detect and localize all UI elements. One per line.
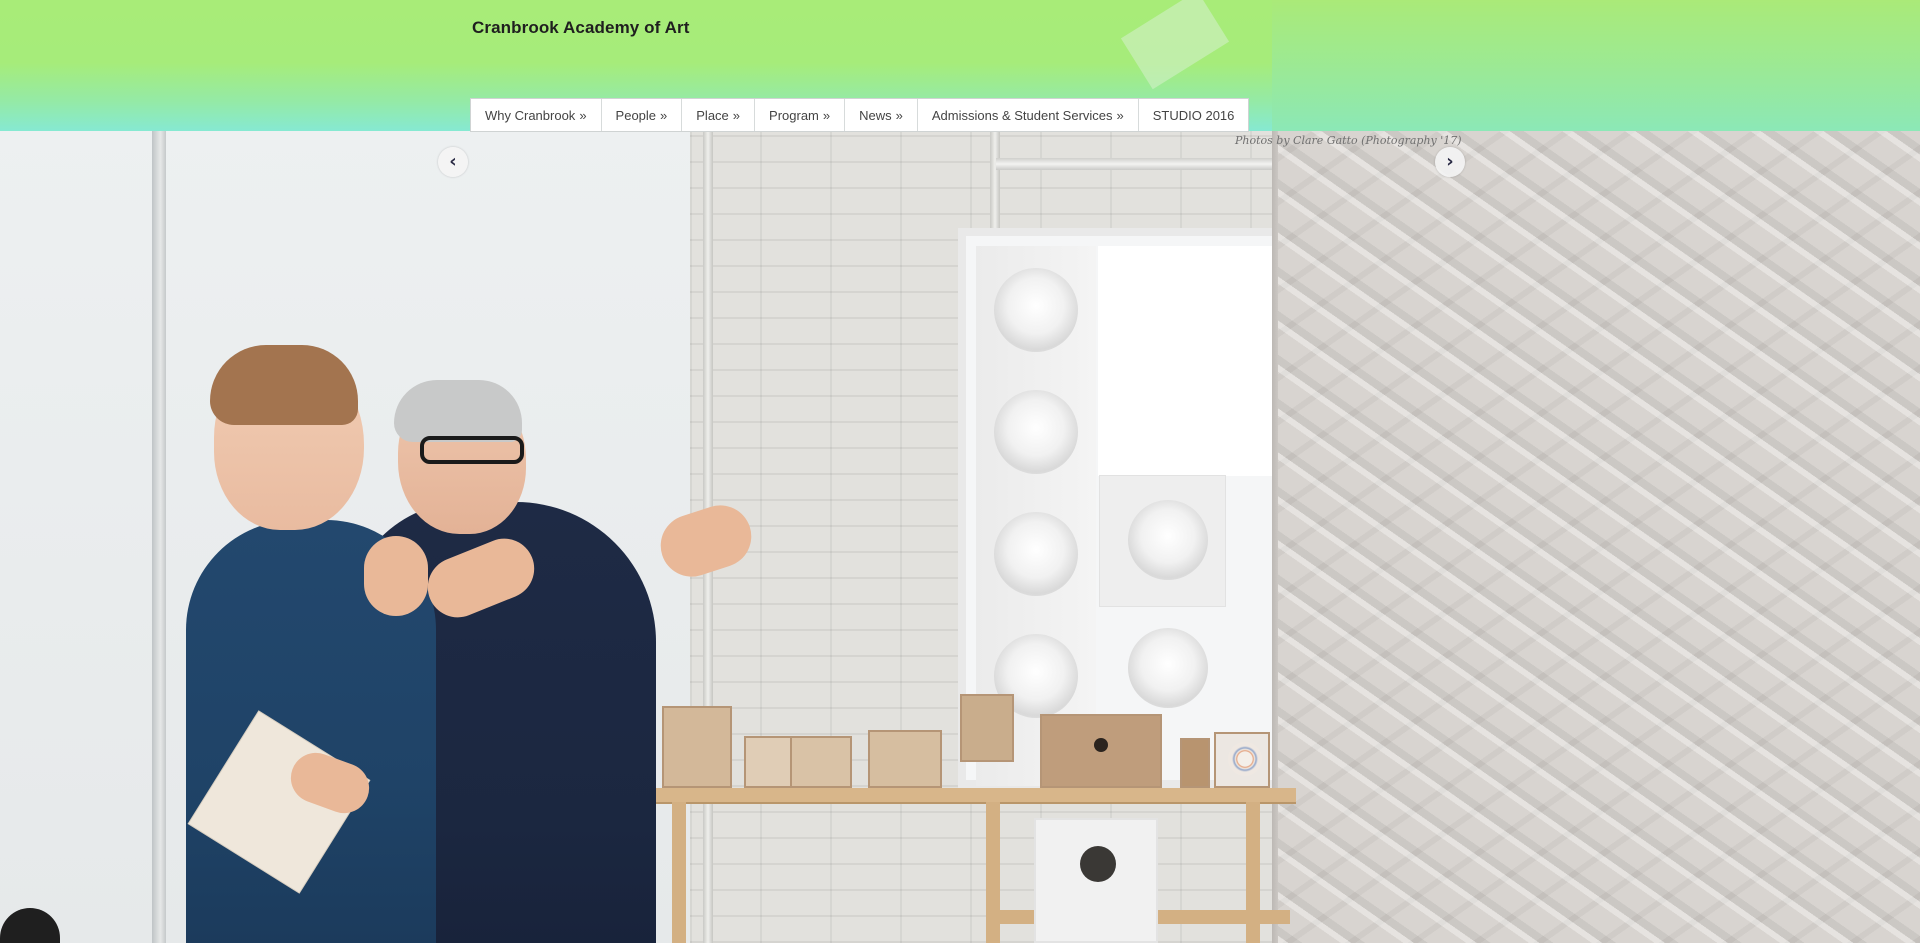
photo-glasses (420, 436, 524, 464)
photo-model (1214, 732, 1270, 788)
photo-table-top (636, 788, 1296, 804)
photo-model (662, 706, 732, 788)
nav-item-studio-2016[interactable]: STUDIO 2016 (1138, 99, 1249, 131)
photo-model (1040, 714, 1162, 788)
nav-item-submenu-indicator: » (579, 107, 587, 123)
photo-dome (1128, 500, 1208, 580)
photo-cabinet-mark (1080, 846, 1116, 882)
photo-pipe-vertical-2 (990, 130, 1000, 230)
photo-model (868, 730, 942, 788)
nav-item-why-cranbrook[interactable]: Why Cranbrook » (471, 99, 602, 131)
nav-item-label: Place (696, 107, 729, 123)
photo-model (790, 736, 852, 788)
main-nav: Why Cranbrook » People » Place » Program… (471, 99, 1249, 131)
photo-person-a-hair (210, 345, 358, 425)
slider-prev-button[interactable]: ‹ (438, 147, 468, 177)
photo-person-b-hair (394, 380, 522, 442)
nav-item-submenu-indicator: » (1116, 107, 1124, 123)
photo-foam-wall (1278, 130, 1920, 943)
nav-item-submenu-indicator: » (732, 107, 741, 123)
photo-dome (994, 390, 1078, 474)
nav-item-label: People (615, 107, 657, 123)
nav-item-label: STUDIO 2016 (1152, 107, 1235, 123)
nav-item-place[interactable]: Place » (682, 99, 756, 131)
photo-model (960, 694, 1014, 762)
nav-item-label: Program (769, 107, 819, 123)
nav-item-submenu-indicator: » (660, 107, 668, 123)
photo-credit-caption: Photos by Clare Gatto (Photography '17) (1235, 134, 1462, 147)
photo-pipe-horizontal (996, 158, 1276, 170)
chevron-left-icon: ‹ (449, 151, 457, 172)
nav-item-program[interactable]: Program » (755, 99, 846, 131)
hero-slide-photo (0, 0, 1920, 943)
photo-window-light (1098, 246, 1280, 476)
nav-item-label: News (859, 107, 892, 123)
nav-item-people[interactable]: People » (601, 99, 683, 131)
nav-item-news[interactable]: News » (845, 99, 918, 131)
photo-table-leg (986, 802, 1000, 943)
nav-item-admissions[interactable]: Admissions & Student Services » (917, 99, 1139, 131)
nav-item-submenu-indicator: » (895, 107, 903, 123)
photo-hand (364, 536, 428, 616)
header-lamp-shape (1120, 0, 1230, 90)
header-right-overlay (1272, 0, 1920, 131)
slider-next-button[interactable]: › (1435, 147, 1465, 177)
photo-pipe (152, 0, 166, 943)
photo-model (1180, 738, 1210, 788)
nav-item-label: Why Cranbrook (485, 107, 576, 123)
chevron-right-icon: › (1446, 151, 1454, 172)
site-title[interactable]: Cranbrook Academy of Art (472, 18, 689, 38)
photo-model (744, 736, 792, 788)
photo-dome (994, 268, 1078, 352)
photo-dome (994, 512, 1078, 596)
photo-dome (1128, 628, 1208, 708)
nav-item-submenu-indicator: » (822, 107, 831, 123)
photo-table-leg (672, 802, 686, 943)
nav-item-label: Admissions & Student Services (931, 107, 1113, 123)
site-header: Cranbrook Academy of Art Why Cranbrook »… (0, 0, 1920, 131)
